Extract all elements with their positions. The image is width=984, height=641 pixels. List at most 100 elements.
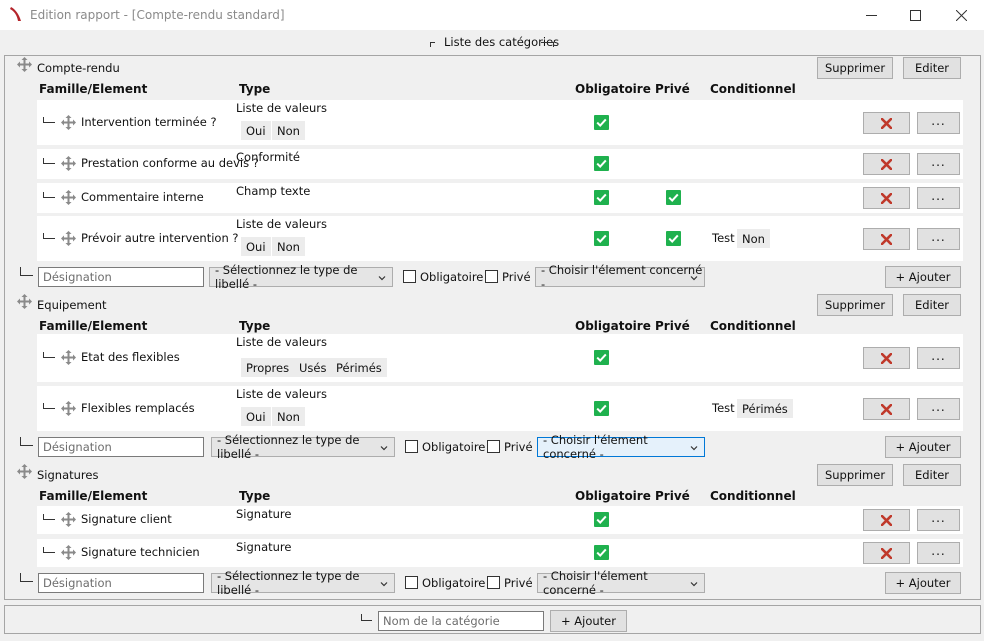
element-row: Etat des flexibles Liste de valeurs Propre…: [37, 334, 963, 382]
designation-input[interactable]: [38, 267, 204, 287]
close-icon[interactable]: [938, 0, 984, 30]
category-section: Equipement Supprimer Editer Famille/Element…: [0, 292, 984, 462]
obligatoire-check-icon[interactable]: [594, 512, 609, 527]
add-element-button[interactable]: + Ajouter: [885, 266, 961, 288]
delete-element-button[interactable]: [863, 347, 910, 369]
element-options-button[interactable]: ...: [917, 153, 960, 175]
window-title: Edition rapport - [Compte-rendu standard…: [30, 8, 285, 22]
category-name-input[interactable]: [378, 611, 544, 631]
chevron-down-icon: [379, 442, 389, 452]
prive-check-icon[interactable]: [666, 190, 681, 205]
chevron-down-icon: [689, 272, 699, 282]
designation-input[interactable]: [38, 573, 204, 593]
element-name: Commentaire interne: [81, 190, 204, 204]
type-select[interactable]: - Sélectionnez le type de libellé -: [211, 433, 395, 461]
type-select[interactable]: - Sélectionnez le type de libellé -: [209, 263, 393, 291]
type-select[interactable]: - Sélectionnez le type de libellé -: [211, 569, 395, 597]
obligatoire-check-icon[interactable]: [594, 190, 609, 205]
value-chip: Oui: [241, 407, 271, 426]
edit-category-button[interactable]: Editer: [903, 464, 961, 486]
element-options-button[interactable]: ...: [917, 398, 960, 420]
obligatoire-check-icon[interactable]: [594, 115, 609, 130]
add-category-button[interactable]: + Ajouter: [550, 610, 627, 632]
prive-checkbox[interactable]: [487, 576, 500, 589]
move-icon[interactable]: [61, 190, 76, 205]
delete-element-button[interactable]: [863, 153, 910, 175]
element-options-button[interactable]: ...: [917, 112, 960, 134]
delete-element-button[interactable]: [863, 398, 910, 420]
element-options-button[interactable]: ...: [917, 347, 960, 369]
value-chip: Usés: [294, 358, 332, 377]
delete-element-button[interactable]: [863, 542, 910, 564]
type-select-value: - Sélectionnez le type de libellé -: [217, 433, 360, 461]
move-icon[interactable]: [61, 545, 76, 560]
add-element-button[interactable]: + Ajouter: [885, 436, 961, 458]
element-select-value: - Choisir l'élement concerné -: [543, 433, 648, 461]
element-options-button[interactable]: ...: [917, 228, 960, 250]
value-chip: Propres: [241, 358, 295, 377]
header-famille: Famille/Element: [39, 489, 148, 503]
condition-value-chip: Périmés: [737, 399, 793, 418]
value-chip: Périmés: [331, 358, 387, 377]
delete-icon: [881, 158, 892, 170]
move-icon[interactable]: [61, 401, 76, 416]
header-prive: Privé: [655, 82, 690, 96]
delete-element-button[interactable]: [863, 112, 910, 134]
element-select[interactable]: - Choisir l'élement concerné -: [537, 569, 705, 597]
prive-checkbox[interactable]: [485, 270, 498, 283]
move-icon[interactable]: [61, 156, 76, 171]
move-icon[interactable]: [17, 464, 32, 479]
obligatoire-checkbox[interactable]: [405, 440, 418, 453]
move-icon[interactable]: [61, 512, 76, 527]
element-options-button[interactable]: ...: [917, 187, 960, 209]
minimize-icon[interactable]: [848, 0, 894, 30]
tree-branch: [20, 437, 33, 446]
move-icon[interactable]: [17, 294, 32, 309]
move-icon[interactable]: [61, 350, 76, 365]
obligatoire-check-icon[interactable]: [594, 231, 609, 246]
obligatoire-checkbox-label: Obligatoire: [422, 576, 486, 590]
chevron-down-icon: [689, 578, 699, 588]
header-prive: Privé: [655, 489, 690, 503]
obligatoire-checkbox[interactable]: [403, 270, 416, 283]
maximize-icon[interactable]: [892, 0, 938, 30]
edit-category-button[interactable]: Editer: [903, 294, 961, 316]
delete-element-button[interactable]: [863, 187, 910, 209]
tree-branch: [43, 547, 55, 553]
element-name: Prestation conforme au devis ?: [81, 156, 259, 170]
delete-category-button[interactable]: Supprimer: [817, 57, 893, 79]
header-type: Type: [239, 489, 271, 503]
prive-checkbox-label: Privé: [502, 270, 531, 284]
delete-category-button[interactable]: Supprimer: [817, 294, 893, 316]
obligatoire-checkbox[interactable]: [405, 576, 418, 589]
delete-element-button[interactable]: [863, 228, 910, 250]
element-options-button[interactable]: ...: [917, 542, 960, 564]
element-row: Intervention terminée ? Liste de valeurs O…: [37, 100, 963, 145]
category-title: Equipement: [37, 298, 107, 312]
obligatoire-check-icon[interactable]: [594, 545, 609, 560]
designation-input[interactable]: [38, 437, 204, 457]
obligatoire-check-icon[interactable]: [594, 156, 609, 171]
element-select[interactable]: - Choisir l'élement concerné -: [537, 433, 705, 461]
move-icon[interactable]: [17, 57, 32, 72]
element-select[interactable]: - Choisir l'élement concerné -: [535, 263, 705, 291]
obligatoire-checkbox-label: Obligatoire: [422, 440, 486, 454]
element-options-button[interactable]: ...: [917, 509, 960, 531]
obligatoire-check-icon[interactable]: [594, 350, 609, 365]
chevron-down-icon: [689, 442, 699, 452]
element-name: Etat des flexibles: [81, 350, 180, 364]
add-element-button[interactable]: + Ajouter: [885, 572, 961, 594]
prive-checkbox[interactable]: [487, 440, 500, 453]
move-icon[interactable]: [61, 231, 76, 246]
element-type: Conformité: [236, 150, 300, 164]
element-type: Liste de valeurs: [236, 217, 327, 231]
tree-branch: [43, 117, 55, 123]
delete-category-button[interactable]: Supprimer: [817, 464, 893, 486]
delete-element-button[interactable]: [863, 509, 910, 531]
obligatoire-check-icon[interactable]: [594, 401, 609, 416]
prive-check-icon[interactable]: [666, 231, 681, 246]
element-select-value: - Choisir l'élement concerné -: [543, 569, 648, 597]
move-icon[interactable]: [61, 115, 76, 130]
category-section: Compte-rendu Supprimer Editer Famille/Eleme…: [0, 55, 984, 292]
edit-category-button[interactable]: Editer: [903, 57, 961, 79]
